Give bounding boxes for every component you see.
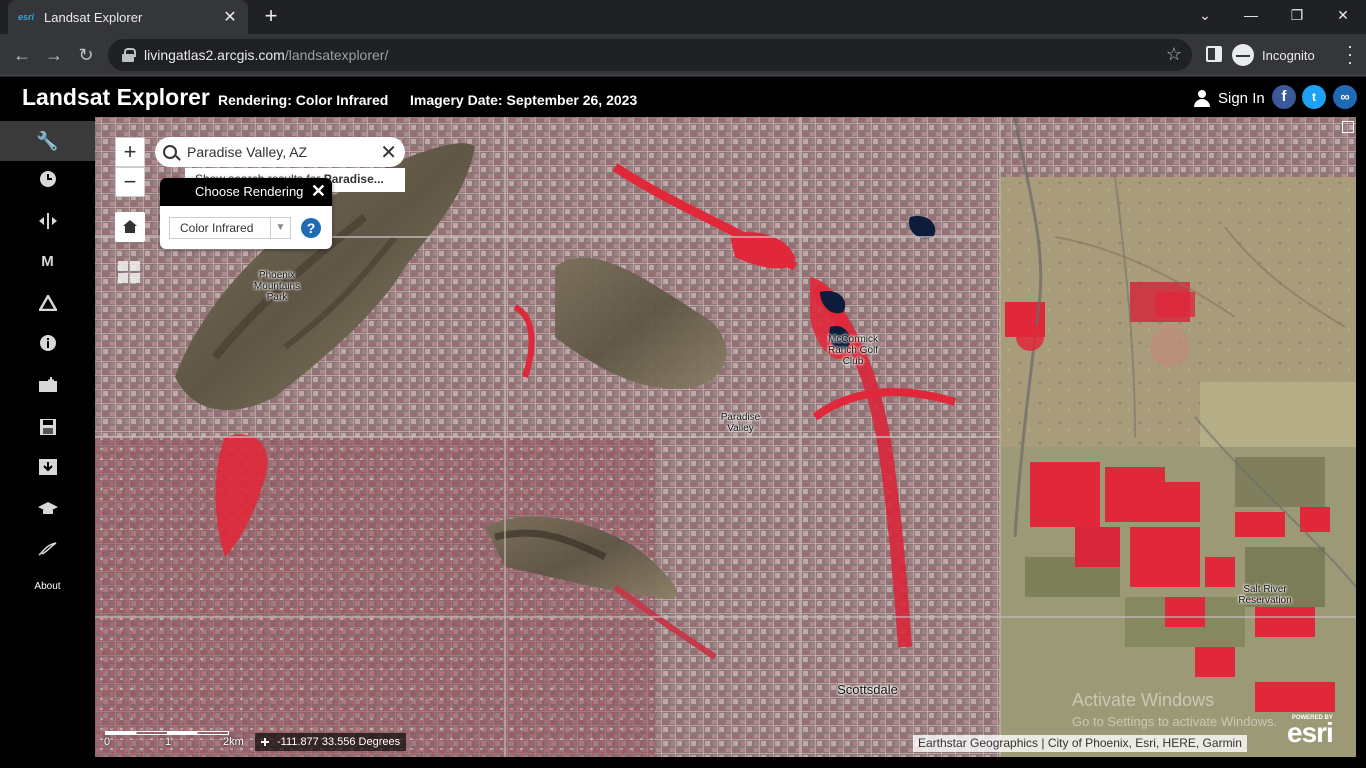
twitter-icon[interactable]: t (1302, 85, 1326, 109)
place-label-salt-river: Salt River Reservation (1238, 584, 1292, 606)
esri-wordmark: esri (1287, 717, 1334, 748)
sign-in-label: Sign In (1218, 90, 1265, 107)
search-box[interactable]: Paradise Valley, AZ ✕ (155, 137, 405, 167)
info-icon[interactable] (0, 323, 95, 363)
app-header: Landsat Explorer Rendering: Color Infrar… (0, 77, 1366, 117)
save-icon[interactable] (0, 407, 95, 447)
map-attribution[interactable]: Earthstar Geographics | City of Phoenix,… (913, 735, 1247, 752)
expand-icon[interactable] (1342, 121, 1354, 133)
tool-sidebar: 🔧 M About (0, 117, 95, 768)
download-icon[interactable] (0, 447, 95, 487)
close-panel-icon[interactable]: ✕ (311, 181, 326, 202)
graduation-cap-icon[interactable] (0, 489, 95, 529)
browser-tab[interactable]: esri Landsat Explorer ✕ (8, 0, 248, 34)
rendering-select-value: Color Infrared (180, 221, 254, 235)
place-label-paradise-valley: Paradise Valley (720, 412, 761, 434)
chevron-down-icon: ▼ (270, 218, 290, 238)
search-input[interactable]: Paradise Valley, AZ (187, 144, 380, 160)
reload-button[interactable]: ↻ (72, 41, 100, 69)
address-bar[interactable]: livingatlas2.arcgis.com /landsatexplorer… (108, 39, 1192, 71)
user-icon (1194, 90, 1210, 107)
render-panel-header: Choose Rendering ✕ (160, 178, 332, 206)
bottom-edge (95, 757, 1366, 768)
restore-button[interactable]: ❐ (1274, 0, 1320, 30)
rendering-select[interactable]: Color Infrared ▼ (169, 217, 291, 239)
lock-icon (122, 48, 136, 62)
new-tab-button[interactable]: + (258, 4, 284, 30)
tab-close-icon[interactable]: ✕ (222, 7, 238, 27)
wrench-icon[interactable]: 🔧 (0, 121, 95, 161)
url-path: /landsatexplorer/ (284, 47, 389, 63)
browser-toolbar: ← → ↻ livingatlas2.arcgis.com /landsatex… (0, 34, 1366, 76)
incognito-icon (1232, 44, 1254, 66)
coordinate-readout: -111.877 33.556 Degrees (255, 733, 407, 751)
help-icon[interactable]: ? (301, 218, 321, 238)
sign-in-button[interactable]: Sign In (1194, 90, 1265, 107)
basemap-gallery-icon[interactable] (118, 261, 140, 283)
place-label-mccormick: McCormick Ranch Golf Club (827, 334, 879, 367)
story-icon[interactable] (0, 529, 95, 569)
crosshair-icon (261, 738, 269, 746)
choose-rendering-panel: Choose Rendering ✕ Color Infrared ▼ ? (160, 178, 332, 249)
scale-label-2: 2km (223, 736, 244, 748)
place-label-scottsdale: Scottsdale (837, 682, 898, 697)
esri-favicon-icon: esri (18, 12, 35, 22)
share-link-icon[interactable]: ∞ (1333, 85, 1357, 109)
scale-label-0: 0 (104, 736, 111, 748)
map-view[interactable]: Phoenix Mountains Park McCormick Ranch G… (95, 117, 1356, 757)
clear-search-icon[interactable]: ✕ (380, 140, 397, 165)
imagery-date-label: Imagery Date: September 26, 2023 (410, 92, 638, 108)
browser-menu-icon[interactable]: · · · (1340, 37, 1360, 71)
app-title: Landsat Explorer (22, 84, 210, 110)
forward-button[interactable]: → (40, 41, 68, 69)
m-icon[interactable]: M (0, 241, 95, 281)
tab-title: Landsat Explorer (44, 9, 143, 25)
about-link[interactable]: About (0, 581, 95, 592)
activate-windows-sub: Go to Settings to activate Windows. (1072, 714, 1278, 729)
url-host: livingatlas2.arcgis.com (144, 47, 285, 63)
esri-logo[interactable]: POWERED BY esri (1287, 715, 1334, 748)
render-panel-title: Choose Rendering (195, 184, 304, 199)
incognito-label: Incognito (1262, 47, 1315, 63)
coordinates-text: -111.877 33.556 Degrees (277, 736, 401, 748)
triangle-icon[interactable] (0, 283, 95, 323)
browser-tabbar: esri Landsat Explorer ✕ + ⌄ — ❐ ✕ (0, 0, 1366, 34)
scale-line (105, 731, 229, 735)
back-button[interactable]: ← (8, 41, 36, 69)
scale-label-1: 1 (165, 736, 172, 748)
bookmark-star-icon[interactable]: ☆ (1166, 44, 1182, 65)
zoom-in-button[interactable]: + (115, 137, 145, 167)
place-label-phoenix-mountains: Phoenix Mountains Park (253, 270, 301, 303)
activate-windows-title: Activate Windows (1072, 690, 1215, 710)
incognito-badge[interactable]: Incognito (1232, 42, 1315, 68)
minimize-button[interactable]: — (1228, 0, 1274, 30)
search-icon (163, 145, 177, 159)
rendering-label: Rendering: Color Infrared (218, 92, 389, 108)
close-window-button[interactable]: ✕ (1320, 0, 1366, 30)
swipe-icon[interactable] (0, 201, 95, 241)
right-edge (1356, 117, 1366, 768)
tab-search-icon[interactable]: ⌄ (1182, 0, 1228, 30)
home-icon (123, 220, 137, 234)
side-panel-icon[interactable] (1206, 46, 1222, 62)
clock-icon[interactable] (0, 159, 95, 199)
zoom-out-button[interactable]: − (115, 167, 145, 197)
suggestion-bold: Paradise... (323, 172, 384, 186)
facebook-icon[interactable]: f (1272, 85, 1296, 109)
home-button[interactable] (115, 212, 145, 242)
bookmark-icon[interactable] (0, 365, 95, 405)
